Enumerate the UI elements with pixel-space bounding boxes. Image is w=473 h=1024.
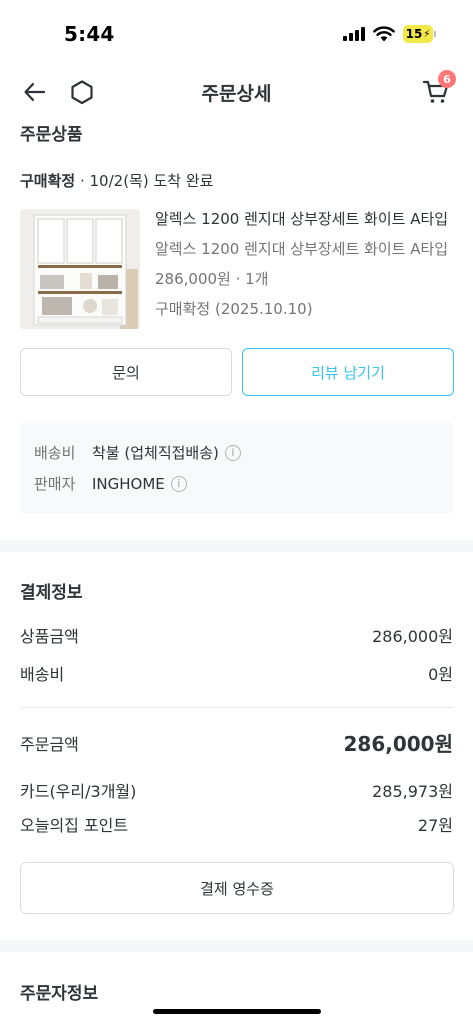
shipping-fee-amount-value: 0원 [428,665,453,684]
delivery-status: · 10/2(목) 도착 완료 [75,172,214,190]
purchase-confirm-date: 구매확정 (2025.10.10) [155,300,313,318]
product-amount-value: 286,000원 [372,627,453,646]
seller-value: INGHOME [92,474,165,493]
card-payment-label: 카드(우리/3개월) [20,782,137,801]
top-nav: 주문상세 6 [0,70,473,114]
shipping-fee-value: 착불 (업체직접배송) [92,444,219,462]
point-payment-row: 오늘의집 포인트 27원 [20,812,453,836]
battery-level: 15 [405,27,423,41]
kitchen-cabinet-image [20,209,140,329]
seller-row: 판매자 INGHOME i [34,473,187,494]
seller-label: 판매자 [34,475,76,493]
order-total-value: 286,000원 [343,732,454,756]
status-time: 5:44 [64,22,115,46]
section-divider [0,940,473,952]
product-image[interactable] [20,209,140,329]
payment-receipt-button[interactable]: 결제 영수증 [20,862,454,914]
order-total-label: 주문금액 [20,734,79,754]
section-divider [0,540,473,552]
order-status: 구매확정 · 10/2(목) 도착 완료 [20,170,213,191]
shipping-info-box: 배송비 착불 (업체직접배송) i 판매자 INGHOME i [20,421,453,514]
point-payment-value: 27원 [417,816,453,835]
shipping-fee-label: 배송비 [34,444,76,462]
divider-line [20,707,453,708]
status-bar: 5:44 15 ⚡ [0,0,473,70]
shipping-fee-row: 배송비 착불 (업체직접배송) i [34,442,241,463]
product-amount-label: 상품금액 [20,627,79,646]
order-total-row: 주문금액 286,000원 [20,728,453,757]
status-icons: 15 ⚡ [343,25,436,43]
payment-info-title: 결제정보 [20,583,83,603]
page-title: 주문상세 [201,83,272,105]
cart-button[interactable]: 6 [420,70,456,108]
point-payment-label: 오늘의집 포인트 [20,816,129,835]
product-info: 알렉스 1200 렌지대 상부장세트 화이트 A타입 알렉스 1200 렌지대 … [155,209,455,329]
battery-icon: 15 ⚡ [403,25,436,43]
ordered-products-title: 주문상품 [20,125,83,145]
shipping-fee-amount-label: 배송비 [20,665,65,684]
inquiry-button[interactable]: 문의 [20,348,232,396]
orderer-info-title: 주문자정보 [20,984,99,1004]
product-price-qty: 286,000원 · 1개 [155,270,269,288]
card-payment-value: 285,973원 [372,782,453,801]
cart-count-badge: 6 [438,70,456,88]
info-icon[interactable]: i [170,475,187,492]
shipping-fee-amount-row: 배송비 0원 [20,661,453,685]
order-status-label: 구매확정 [20,172,76,190]
info-icon[interactable]: i [224,444,241,461]
card-payment-row: 카드(우리/3개월) 285,973원 [20,778,453,802]
cellular-signal-icon [343,27,365,41]
home-indicator[interactable] [153,1009,321,1014]
product-name[interactable]: 알렉스 1200 렌지대 상부장세트 화이트 A타입 [155,209,455,229]
wifi-icon [373,26,395,42]
product-amount-row: 상품금액 286,000원 [20,623,453,647]
write-review-button[interactable]: 리뷰 남기기 [242,348,454,396]
product-option: 알렉스 1200 렌지대 상부장세트 화이트 A타입 [155,240,449,258]
